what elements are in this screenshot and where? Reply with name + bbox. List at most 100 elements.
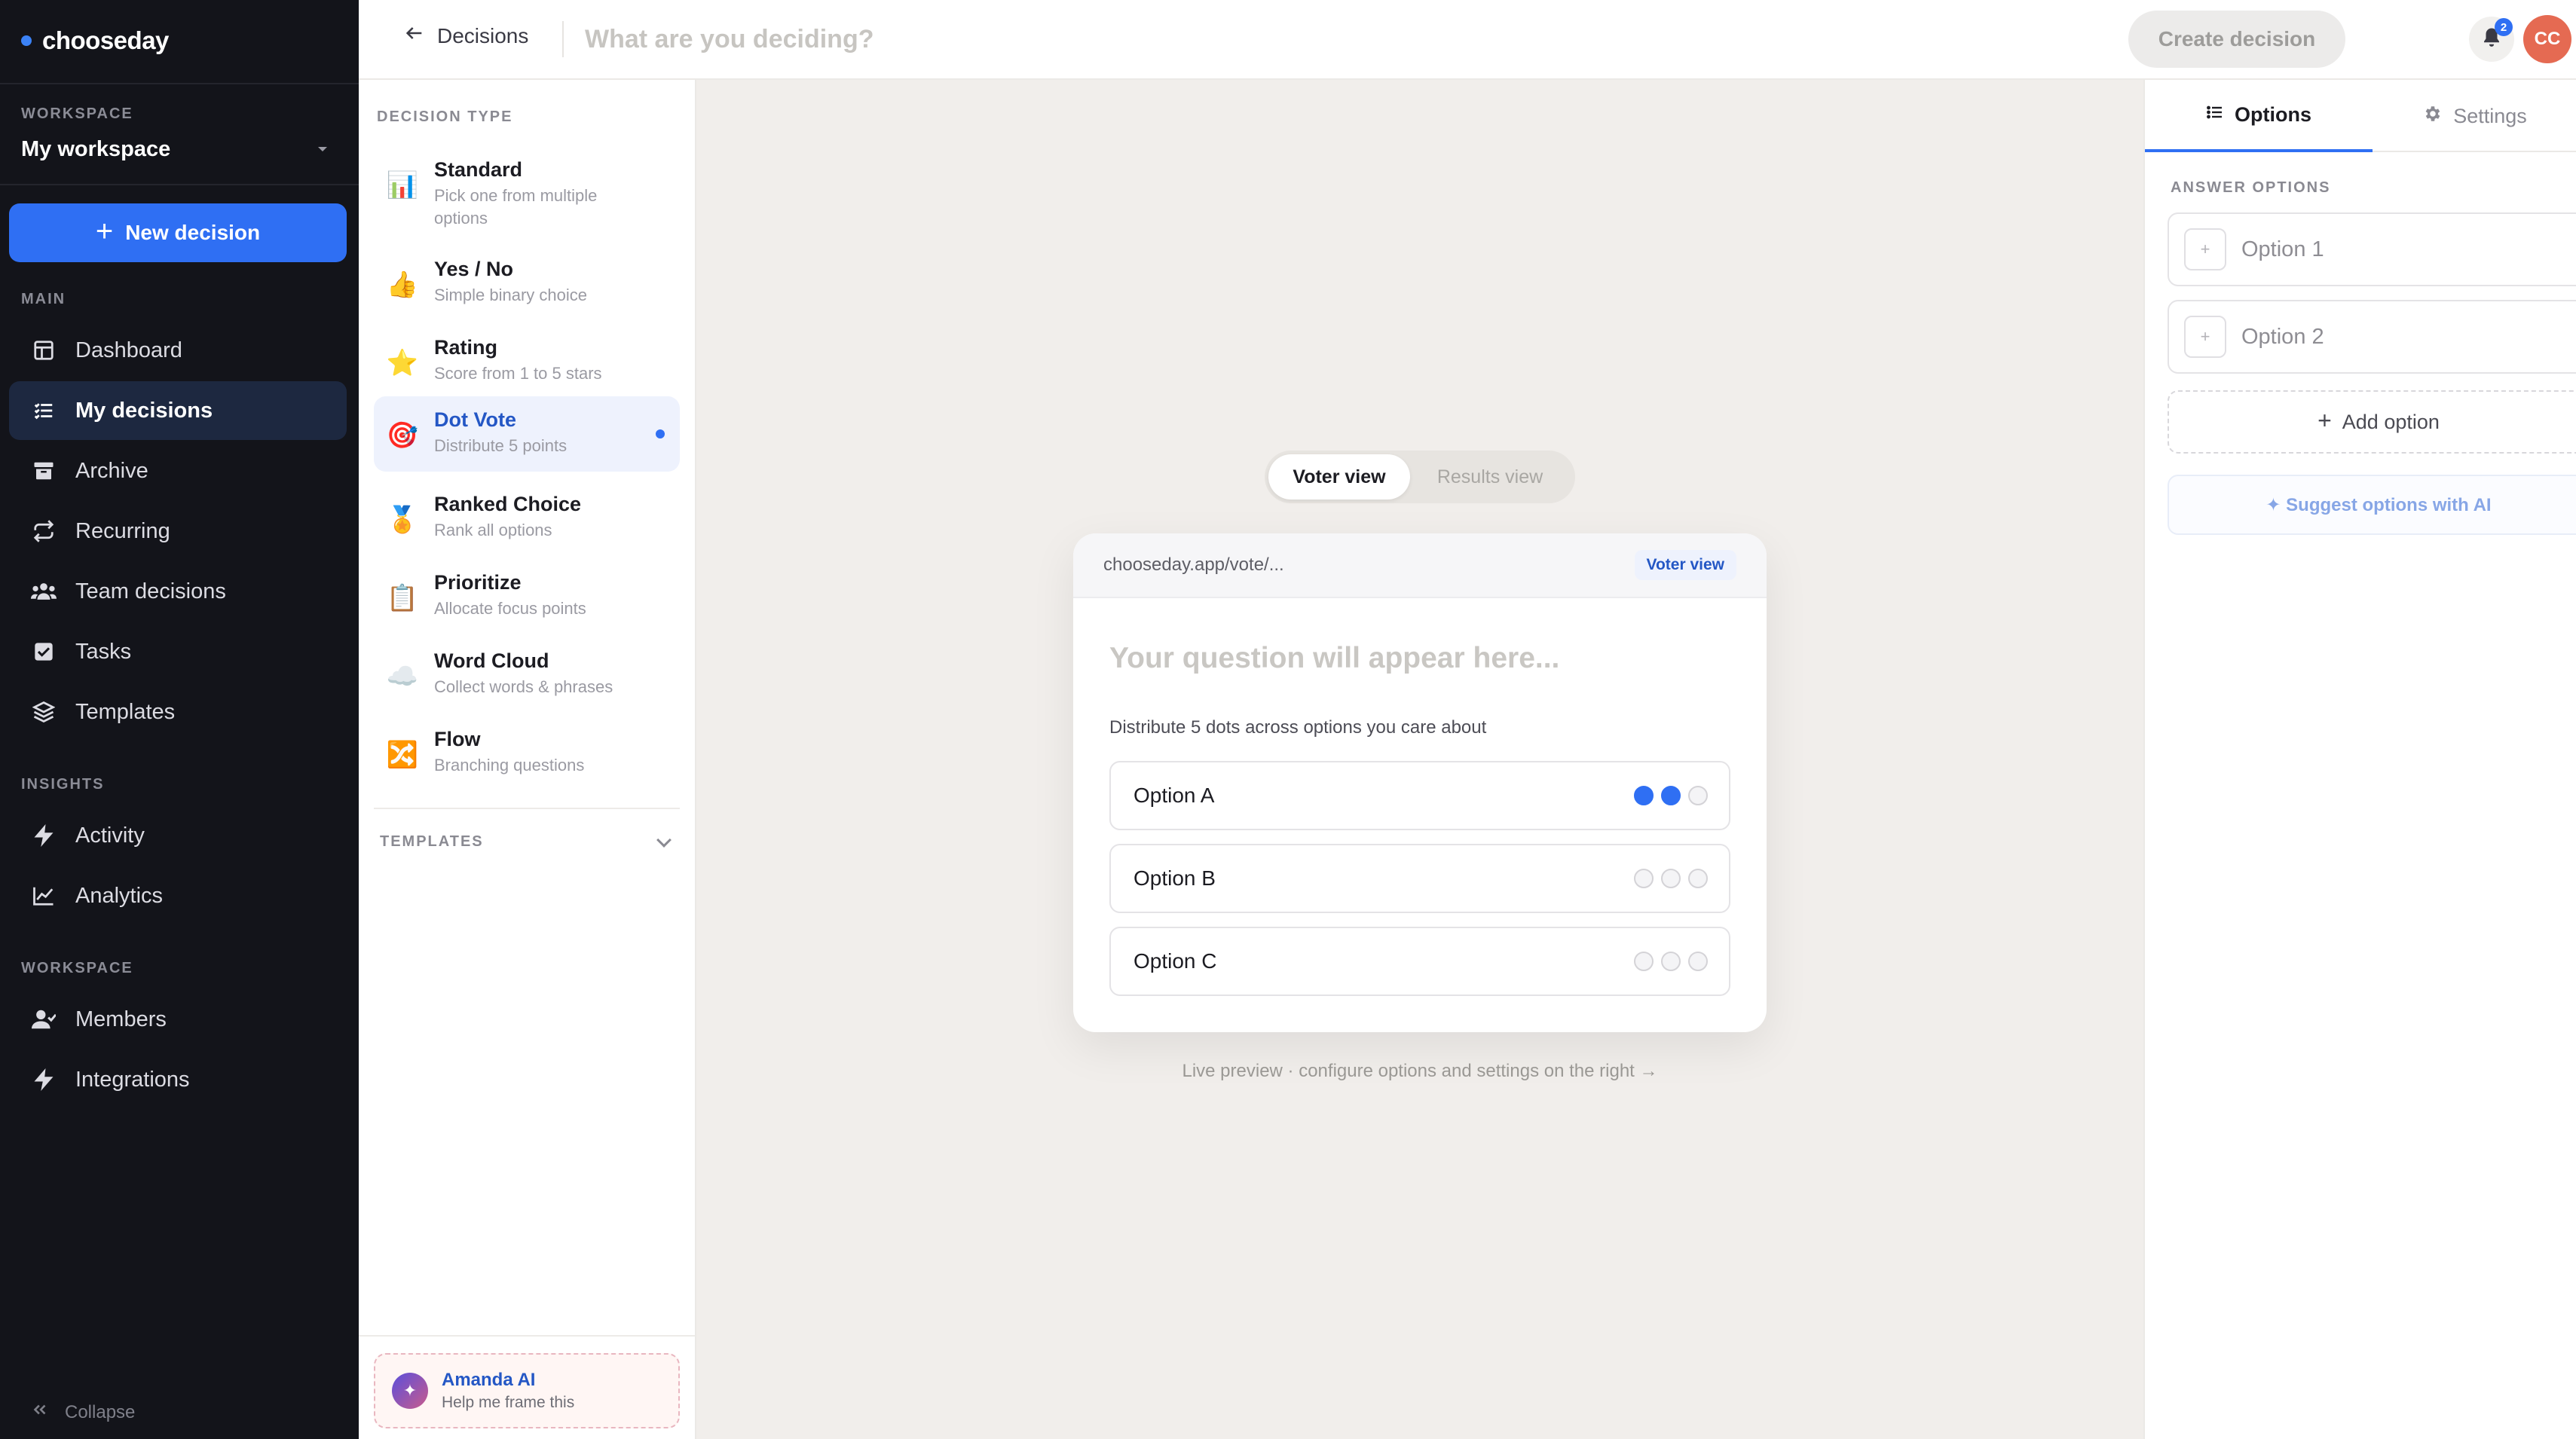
dot-empty-icon[interactable] — [1634, 952, 1654, 971]
dot-empty-icon[interactable] — [1688, 786, 1708, 805]
medal-icon: 🏅 — [386, 506, 419, 534]
decision-type-prioritize[interactable]: 📋 Prioritize Allocate focus points — [374, 559, 680, 634]
layers-icon — [29, 697, 59, 727]
dot-empty-icon[interactable] — [1661, 952, 1681, 971]
brand-logo[interactable]: chooseday — [21, 23, 169, 59]
sidebar-item-label: Archive — [75, 458, 148, 483]
decision-type-rating[interactable]: ⭐ Rating Score from 1 to 5 stars — [374, 324, 680, 399]
preview-option-row[interactable]: Option C — [1109, 927, 1730, 996]
decision-type-name: Yes / No — [434, 258, 514, 280]
suggest-options-ai-button[interactable]: ✦ Suggest options with AI — [2168, 475, 2576, 535]
sidebar-item-label: Activity — [75, 823, 145, 848]
collapse-label: Collapse — [65, 1401, 136, 1422]
add-image-icon[interactable]: + — [2184, 228, 2226, 270]
bolt-icon — [29, 1065, 59, 1095]
decision-type-ranked-choice[interactable]: 🏅 Ranked Choice Rank all options — [374, 481, 680, 556]
workspace-select[interactable]: My workspace — [21, 133, 338, 166]
assistant-name: Amanda AI — [442, 1370, 536, 1390]
decision-type-yes-no[interactable]: 👍 Yes / No Simple binary choice — [374, 246, 680, 321]
preview-card: chooseday.app/vote/... Voter view Your q… — [1073, 533, 1767, 1032]
tab-options[interactable]: Options — [2145, 80, 2373, 152]
plus-icon: + — [95, 215, 114, 248]
sidebar-item-recurring[interactable]: Recurring — [9, 502, 347, 561]
back-label: Decisions — [437, 23, 529, 47]
collapse-button[interactable]: Collapse — [30, 1400, 135, 1425]
sidebar-item-label: My decisions — [75, 398, 213, 423]
bolt-icon — [29, 820, 59, 851]
decision-title-input[interactable] — [585, 18, 1263, 60]
decision-type-name: Dot Vote — [434, 408, 516, 431]
sidebar-item-dashboard[interactable]: Dashboard — [9, 321, 347, 380]
gear-icon — [2423, 104, 2443, 129]
bar-chart-icon: 📊 — [386, 171, 419, 200]
checkbox-icon — [29, 637, 59, 667]
dot-filled-icon[interactable] — [1634, 786, 1654, 805]
notifications-button[interactable]: 2 — [2469, 17, 2514, 62]
results-view-tab[interactable]: Results view — [1410, 454, 1570, 500]
sidebar-item-label: Analytics — [75, 883, 164, 908]
dot-empty-icon[interactable] — [1634, 869, 1654, 888]
dot-group — [1634, 952, 1708, 971]
avatar[interactable]: CC — [2523, 15, 2571, 63]
decision-type-standard[interactable]: 📊 Standard Pick one from multiple option… — [374, 146, 680, 228]
answer-option-input[interactable] — [2241, 237, 2528, 262]
sidebar-item-team-decisions[interactable]: Team decisions — [9, 562, 347, 621]
preview-option-row[interactable]: Option B — [1109, 844, 1730, 913]
decision-type-name: Ranked Choice — [434, 493, 582, 515]
amanda-ai-button[interactable]: ✦ Amanda AI Help me frame this — [374, 1353, 680, 1428]
sidebar-item-tasks[interactable]: Tasks — [9, 622, 347, 681]
star-icon: ⭐ — [386, 349, 419, 377]
dot-filled-icon[interactable] — [1661, 786, 1681, 805]
sidebar-item-templates[interactable]: Templates — [9, 683, 347, 741]
plus-icon: + — [2317, 407, 2332, 434]
config-tabs: Options Settings — [2145, 80, 2576, 152]
dot-empty-icon[interactable] — [1688, 952, 1708, 971]
target-icon: 🎯 — [386, 421, 419, 450]
chart-line-icon — [29, 881, 59, 911]
create-decision-button[interactable]: Create decision — [2128, 11, 2345, 68]
decision-type-divider — [374, 808, 680, 809]
list-icon — [29, 396, 59, 426]
answer-option-row: + — [2168, 300, 2576, 374]
assistant-subtitle: Help me frame this — [442, 1394, 575, 1411]
tab-label: Options — [2235, 102, 2311, 126]
sidebar-item-activity[interactable]: Activity — [9, 806, 347, 865]
sidebar-item-label: Recurring — [75, 518, 170, 543]
decision-type-desc: Collect words & phrases — [434, 677, 613, 696]
templates-label: TEMPLATES — [380, 833, 484, 850]
preview-option-row[interactable]: Option A — [1109, 761, 1730, 830]
decision-type-dot-vote[interactable]: 🎯 Dot Vote Distribute 5 points — [374, 396, 680, 472]
app-root: chooseday WORKSPACE My workspace + New d… — [0, 0, 2576, 1439]
insights-section-label: INSIGHTS — [21, 776, 105, 793]
new-decision-button[interactable]: + New decision — [9, 203, 347, 262]
back-to-decisions-link[interactable]: Decisions — [404, 23, 528, 49]
sidebar-divider — [0, 83, 359, 84]
sidebar-item-integrations[interactable]: Integrations — [9, 1050, 347, 1109]
sidebar-item-analytics[interactable]: Analytics — [9, 866, 347, 925]
decision-type-desc: Rank all options — [434, 521, 552, 539]
voter-view-tab[interactable]: Voter view — [1268, 454, 1410, 500]
dot-empty-icon[interactable] — [1688, 869, 1708, 888]
panel-divider — [359, 1335, 695, 1337]
dot-empty-icon[interactable] — [1661, 869, 1681, 888]
add-image-icon[interactable]: + — [2184, 316, 2226, 358]
tab-settings[interactable]: Settings — [2373, 80, 2576, 152]
repeat-icon — [29, 516, 59, 546]
sidebar-item-label: Team decisions — [75, 579, 226, 603]
decision-type-word-cloud[interactable]: ☁️ Word Cloud Collect words & phrases — [374, 637, 680, 713]
cloud-icon: ☁️ — [386, 662, 419, 691]
sidebar-item-my-decisions[interactable]: My decisions — [9, 381, 347, 440]
templates-toggle[interactable]: TEMPLATES — [380, 832, 675, 851]
chevron-down-icon — [656, 832, 672, 848]
sidebar-item-members[interactable]: Members — [9, 990, 347, 1049]
decision-type-panel: DECISION TYPE 📊 Standard Pick one from m… — [359, 80, 696, 1439]
user-icon — [29, 1004, 59, 1034]
sidebar-item-label: Integrations — [75, 1067, 190, 1092]
answer-option-input[interactable] — [2241, 324, 2528, 350]
sidebar-item-archive[interactable]: Archive — [9, 441, 347, 500]
decision-type-flow[interactable]: 🔀 Flow Branching questions — [374, 716, 680, 791]
decision-type-desc: Branching questions — [434, 756, 585, 774]
preview-option-label: Option C — [1134, 949, 1217, 973]
add-option-button[interactable]: + Add option — [2168, 390, 2576, 454]
decision-type-name: Rating — [434, 336, 497, 359]
